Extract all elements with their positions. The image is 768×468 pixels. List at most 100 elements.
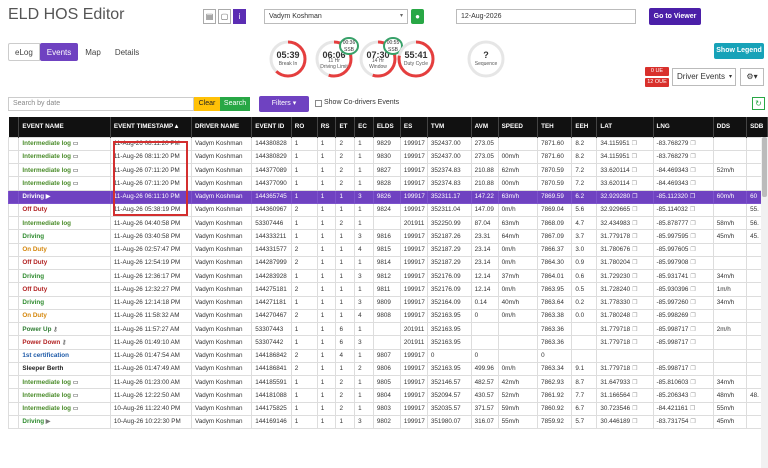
column-header-ec[interactable]: EC — [354, 117, 374, 137]
row-select-cell[interactable] — [8, 295, 20, 310]
tab-details[interactable]: Details — [108, 43, 146, 61]
column-header-avm[interactable]: AVM — [471, 117, 499, 137]
table-row[interactable]: Intermediate log ▭ 11-Aug-26 08:11:20 PM V… — [8, 136, 768, 151]
table-row[interactable]: Power Down ⚷ 11-Aug-26 01:49:10 AM Vadym K… — [8, 335, 768, 350]
row-select-cell[interactable] — [8, 215, 20, 231]
table-row[interactable]: Sleeper Berth 11-Aug-26 01:47:49 AM Vadym … — [8, 361, 768, 377]
table-row[interactable]: Off Duty 11-Aug-26 12:54:19 PM Vadym Koshm… — [8, 255, 768, 271]
row-select-cell[interactable] — [8, 268, 20, 284]
row-select-cell[interactable] — [8, 255, 20, 271]
copy-icon[interactable]: ❐ — [690, 194, 695, 200]
column-header-eeh[interactable]: EEH — [571, 117, 598, 137]
column-header-es[interactable]: ES — [400, 117, 428, 137]
date-input[interactable]: 12-Aug-2026 — [456, 9, 636, 24]
column-header-dds[interactable]: DDS — [713, 117, 748, 137]
table-row[interactable]: Driving ▶ 11-Aug-26 06:11:10 PM Vadym Kosh… — [8, 189, 768, 204]
column-header-event-id[interactable]: EVENT ID — [251, 117, 292, 137]
table-row[interactable]: Intermediate log ▭ 11-Aug-26 07:11:20 PM V… — [8, 162, 768, 178]
copy-icon[interactable]: ❐ — [690, 141, 695, 147]
copy-icon[interactable]: ❐ — [632, 247, 637, 253]
row-select-cell[interactable] — [8, 149, 20, 165]
row-select-cell[interactable] — [8, 348, 20, 363]
copy-icon[interactable]: ❐ — [690, 419, 695, 425]
column-header-et[interactable]: ET — [335, 117, 356, 137]
row-select-cell[interactable] — [8, 388, 20, 403]
copy-icon[interactable]: ❐ — [690, 393, 695, 399]
table-row[interactable]: Intermediate log ▭ 11-Aug-26 12:22:50 AM V… — [8, 388, 768, 403]
table-row[interactable]: Off Duty 11-Aug-26 05:38:19 PM Vadym Koshm… — [8, 202, 768, 218]
row-select-cell[interactable] — [8, 136, 20, 151]
copy-icon[interactable]: ❐ — [690, 366, 695, 372]
copy-icon[interactable]: ❐ — [690, 207, 695, 213]
copy-icon[interactable]: ❐ — [632, 313, 637, 319]
copy-icon[interactable]: ❐ — [690, 260, 695, 266]
copy-icon[interactable]: ❐ — [690, 300, 695, 306]
table-row[interactable]: Driving 11-Aug-26 12:36:17 PM Vadym Koshma… — [8, 268, 768, 284]
column-header-teh[interactable]: TEH — [537, 117, 573, 137]
search-input[interactable]: Search by date — [8, 97, 194, 111]
column-header-event-timestamp[interactable]: EVENT TIMESTAMP ▴ — [110, 117, 192, 137]
show-codrivers-checkbox[interactable] — [315, 100, 322, 107]
table-scrollbar-thumb[interactable] — [762, 137, 767, 197]
table-row[interactable]: Off Duty 11-Aug-26 12:32:27 PM Vadym Koshm… — [8, 282, 768, 297]
copy-icon[interactable]: ❐ — [632, 406, 637, 412]
copy-icon[interactable]: ❐ — [690, 380, 695, 386]
column-header-sdb[interactable]: SDB — [746, 117, 768, 137]
show-legend-button[interactable]: Show Legend — [714, 43, 764, 59]
copy-icon[interactable]: ❐ — [690, 287, 695, 293]
info-icon[interactable]: i — [233, 9, 246, 24]
table-row[interactable]: Intermediate log ▭ 11-Aug-26 01:23:00 AM V… — [8, 374, 768, 390]
copy-icon[interactable]: ❐ — [632, 300, 637, 306]
row-select-cell[interactable] — [8, 308, 20, 324]
refresh-icon[interactable]: ↻ — [752, 97, 765, 110]
row-select-cell[interactable] — [8, 335, 20, 350]
row-select-cell[interactable] — [8, 414, 20, 430]
tab-map[interactable]: Map — [78, 43, 108, 61]
copy-icon[interactable]: ❐ — [632, 419, 637, 425]
row-select-cell[interactable] — [8, 189, 20, 204]
copy-icon[interactable]: ❐ — [632, 168, 637, 174]
copy-icon[interactable]: ❐ — [632, 234, 637, 240]
row-select-cell[interactable] — [8, 229, 20, 244]
column-header-ro[interactable]: RO — [291, 117, 318, 137]
copy-icon[interactable]: ❐ — [690, 327, 695, 333]
copy-icon[interactable]: ❐ — [632, 287, 637, 293]
column-header-lat[interactable]: LAT — [596, 117, 654, 137]
copy-icon[interactable]: ❐ — [632, 221, 637, 227]
column-header-event-name[interactable]: EVENT NAME — [18, 117, 111, 137]
row-select-cell[interactable] — [8, 361, 20, 377]
column-header-rs[interactable]: RS — [317, 117, 337, 137]
table-row[interactable]: 1st certification 11-Aug-26 01:47:54 AM Va… — [8, 348, 768, 363]
copy-icon[interactable]: ❐ — [690, 406, 695, 412]
filters-button[interactable]: Filters ▾ — [259, 96, 309, 112]
copy-icon[interactable]: ❐ — [690, 274, 695, 280]
event-type-select[interactable]: Driver Events ▾ — [672, 68, 736, 86]
table-row[interactable]: Intermediate log ▭ 11-Aug-26 07:11:20 PM V… — [8, 176, 768, 191]
column-header-lng[interactable]: LNG — [653, 117, 714, 137]
tab-elog[interactable]: eLog — [8, 43, 40, 61]
copy-icon[interactable]: ❐ — [690, 168, 695, 174]
table-row[interactable]: Power Up ⚷ 11-Aug-26 11:57:27 AM Vadym Kos… — [8, 321, 768, 337]
search-button[interactable]: Search — [220, 97, 250, 111]
table-row[interactable]: Intermediate log ▭ 11-Aug-26 08:11:20 PM V… — [8, 149, 768, 165]
driver-select[interactable]: Vadym Koshman ▾ — [264, 9, 408, 24]
clear-button[interactable]: Clear — [194, 97, 220, 111]
copy-icon[interactable]: ❐ — [632, 207, 637, 213]
row-select-cell[interactable] — [8, 282, 20, 297]
file-icon[interactable]: ▢ — [218, 9, 231, 24]
copy-icon[interactable]: ❐ — [690, 221, 695, 227]
row-select-cell[interactable] — [8, 242, 20, 257]
table-row[interactable]: Intermediate log 11-Aug-26 04:40:58 PM Vad… — [8, 215, 768, 231]
copy-icon[interactable]: ❐ — [632, 274, 637, 280]
table-row[interactable]: Intermediate log ▭ 10-Aug-26 11:22:40 PM V… — [8, 401, 768, 416]
column-header-elds[interactable]: ELDS — [373, 117, 401, 137]
column-header-driver-name[interactable]: DRIVER NAME — [191, 117, 253, 137]
copy-icon[interactable]: ❐ — [690, 181, 695, 187]
go-to-viewer-button[interactable]: Go to Viewer — [649, 8, 701, 25]
copy-icon[interactable]: ❐ — [632, 181, 637, 187]
copy-icon[interactable]: ❐ — [632, 327, 637, 333]
gear-icon[interactable]: ⚙▾ — [740, 68, 764, 86]
row-select-cell[interactable] — [8, 162, 20, 178]
copy-icon[interactable]: ❐ — [690, 313, 695, 319]
copy-icon[interactable]: ❐ — [632, 154, 637, 160]
